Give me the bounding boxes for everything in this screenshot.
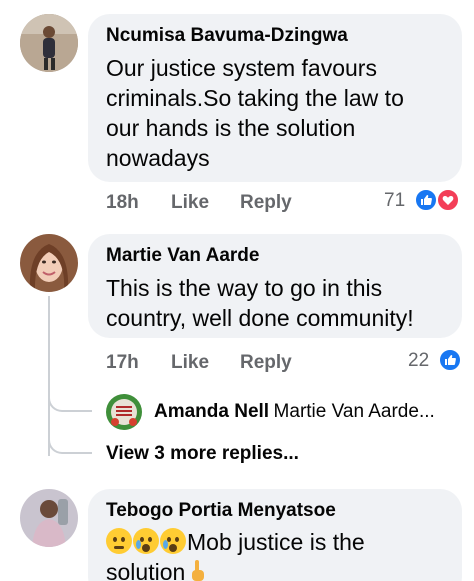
avatar-photo <box>106 394 142 430</box>
crying-face-icon <box>160 528 186 554</box>
comment-author[interactable]: Martie Van Aarde <box>106 245 259 267</box>
reply-connector <box>48 396 92 412</box>
crying-face-icon <box>133 528 159 554</box>
avatar[interactable] <box>20 234 78 292</box>
pointing-up-hand-icon <box>189 559 207 581</box>
reply-text: Martie Van Aarde... <box>273 401 435 422</box>
avatar[interactable] <box>20 489 78 547</box>
avatar[interactable] <box>20 14 78 72</box>
comment-author[interactable]: Ncumisa Bavuma-Dzingwa <box>106 25 348 47</box>
comment-time[interactable]: 17h <box>106 352 139 374</box>
reaction-count[interactable]: 71 <box>384 190 405 212</box>
love-icon <box>436 188 460 212</box>
avatar-photo <box>20 234 78 292</box>
comment-text: Mob justice is the solution <box>106 528 365 581</box>
reaction-count[interactable]: 22 <box>408 350 429 372</box>
comment-time[interactable]: 18h <box>106 192 139 214</box>
reply-preview[interactable]: Amanda Nell Martie Van Aarde... <box>154 401 435 423</box>
comment-text: Our justice system favours criminals.So … <box>106 55 404 171</box>
avatar[interactable] <box>106 394 142 430</box>
thinking-face-icon <box>106 528 132 554</box>
reply-connector <box>48 438 92 454</box>
view-more-replies-link[interactable]: View 3 more replies... <box>106 443 299 465</box>
comment-text: This is the way to go in this country, w… <box>106 275 414 331</box>
like-button[interactable]: Like <box>171 192 209 214</box>
avatar-photo <box>20 489 78 547</box>
comment-author[interactable]: Tebogo Portia Menyatsoe <box>106 500 336 522</box>
reply-button[interactable]: Reply <box>240 192 292 214</box>
comment-bubble: Ncumisa Bavuma-Dzingwa Our justice syste… <box>88 14 462 182</box>
comment-bubble: Martie Van Aarde This is the way to go i… <box>88 234 462 338</box>
reply-thread-line <box>48 296 50 456</box>
comment-bubble: Tebogo Portia Menyatsoe Mob justice is t… <box>88 489 462 581</box>
reply-author[interactable]: Amanda Nell <box>154 401 269 422</box>
reply-button[interactable]: Reply <box>240 352 292 374</box>
like-icon <box>438 348 462 372</box>
like-icon <box>414 188 438 212</box>
like-button[interactable]: Like <box>171 352 209 374</box>
avatar-photo <box>20 14 78 72</box>
